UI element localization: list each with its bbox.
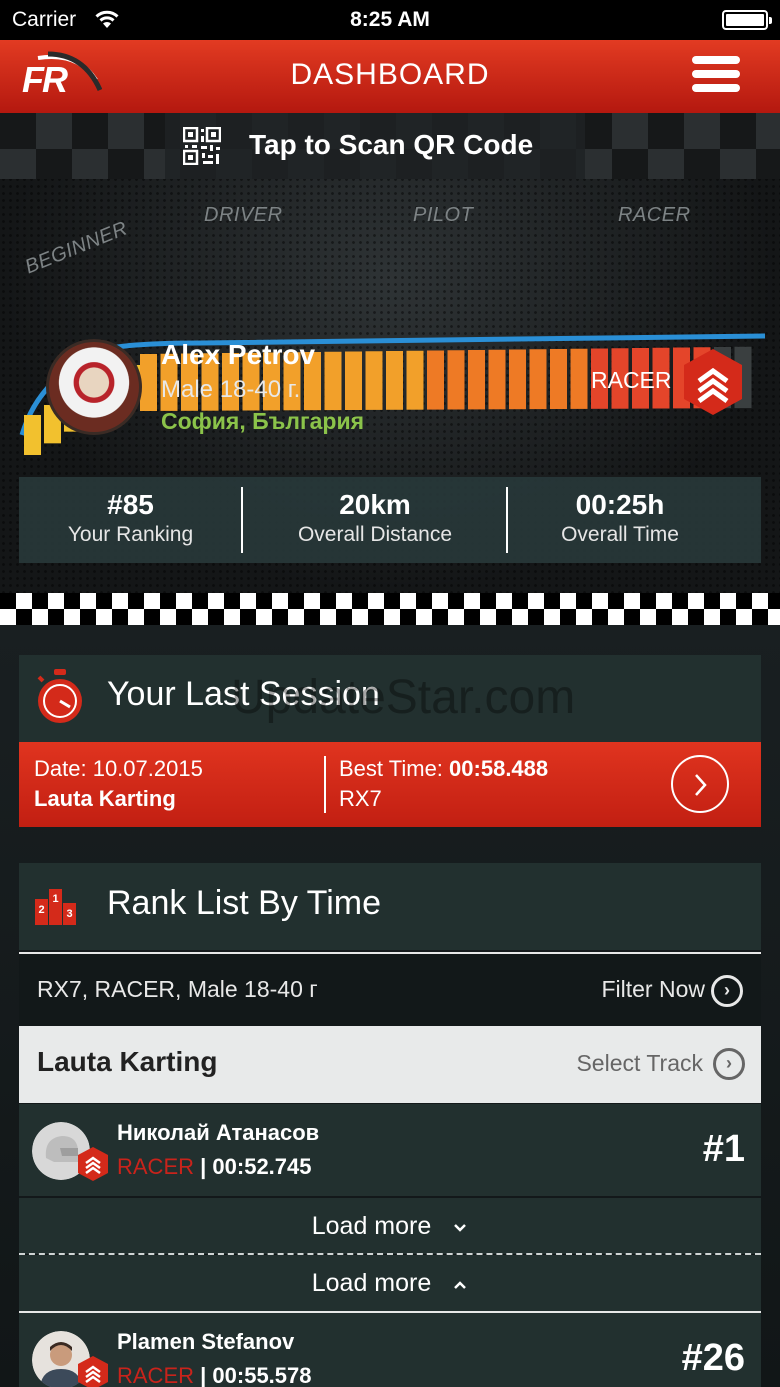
gauge-segment	[447, 350, 465, 410]
stat-distance-value: 20km	[339, 489, 411, 520]
scan-qr-bar[interactable]: Tap to Scan QR Code	[0, 113, 780, 179]
select-track-arrow-icon[interactable]: ›	[713, 1048, 745, 1080]
session-divider	[324, 756, 326, 813]
svg-text:2: 2	[38, 904, 44, 916]
rank-entry-name: Plamen Stefanov	[117, 1329, 295, 1354]
racer-badge-icon	[78, 1147, 108, 1181]
chevron-right-icon	[695, 774, 707, 796]
qr-code-icon	[183, 127, 221, 165]
track-name: Lauta Karting	[37, 1046, 218, 1077]
level-label-pilot: PILOT	[413, 204, 474, 226]
filter-row: RX7, RACER, Male 18-40 г Filter Now ›	[19, 952, 761, 1026]
session-details-button[interactable]	[671, 755, 729, 813]
gauge-segment	[365, 351, 383, 410]
page-title: DASHBOARD	[290, 58, 490, 91]
session-kart: RX7	[339, 786, 382, 811]
chevron-up-icon	[454, 1281, 467, 1289]
filter-summary: RX7, RACER, Male 18-40 г	[37, 976, 318, 1002]
gauge-segment	[468, 350, 485, 410]
rank-entry[interactable]: Николай Атанасов RACER | 00:52.745 #1	[19, 1104, 761, 1196]
scan-qr-label: Tap to Scan QR Code	[249, 129, 534, 160]
stat-distance-label: Overall Distance	[297, 523, 453, 546]
rank-entry-name: Николай Атанасов	[117, 1120, 320, 1145]
watermark: UpdateStar.com	[231, 671, 576, 724]
gauge-segment	[570, 348, 588, 409]
last-session-row[interactable]: Date: 10.07.2015 Lauta Karting Best Time…	[19, 742, 761, 827]
status-bar: Carrier 8:25 AM	[0, 0, 780, 40]
gauge-segment	[324, 351, 342, 411]
rank-entry-meta: RACER | 00:52.745	[117, 1154, 312, 1179]
gauge-segment	[427, 350, 444, 410]
gauge-segment	[386, 351, 403, 410]
checkered-divider	[0, 593, 780, 625]
menu-button[interactable]	[692, 56, 740, 96]
racer-badge-icon	[78, 1356, 108, 1387]
level-label-racer: RACER	[618, 204, 691, 226]
filter-now-button[interactable]: Filter Now	[601, 976, 705, 1003]
rank-entry-meta: RACER | 00:55.578	[117, 1363, 312, 1387]
profile-hero: Tap to Scan QR Code BEGINNER DRIVER PILO…	[0, 113, 780, 593]
select-track-button[interactable]: Select Track	[576, 1050, 703, 1077]
racer-badge-icon	[684, 349, 742, 415]
svg-text:1: 1	[52, 893, 58, 905]
user-level-label: RACER	[591, 367, 672, 393]
session-track: Lauta Karting	[34, 786, 176, 811]
stats-panel: #85 Your Ranking 20km Overall Distance 0…	[19, 477, 761, 563]
gauge-segment	[550, 349, 567, 409]
stat-time-value: 00:25h	[575, 489, 665, 520]
last-session-header: Your Last Session UpdateStar.com	[19, 655, 761, 742]
gauge-segment	[488, 349, 506, 410]
level-label-driver: DRIVER	[204, 204, 283, 226]
session-date: Date: 10.07.2015	[34, 756, 203, 781]
level-progress-gauge	[19, 333, 766, 455]
rank-entry-position: #26	[681, 1337, 745, 1379]
gauge-segment	[406, 350, 424, 410]
main-content: Your Last Session UpdateStar.com Date: 1…	[0, 625, 780, 1387]
hamburger-icon	[692, 56, 740, 64]
user-group: Male 18-40 г.	[161, 376, 301, 403]
svg-text:3: 3	[66, 908, 72, 920]
user-name: Alex Petrov	[161, 339, 316, 370]
gauge-segment	[140, 354, 157, 411]
rank-list-header: 2 1 3 Rank List By Time	[19, 863, 761, 950]
session-best-time: Best Time: 00:58.488	[339, 756, 549, 781]
stat-ranking-value: #85	[107, 489, 154, 520]
stat-ranking-label: Your Ranking	[67, 523, 194, 546]
stat-time-label: Overall Time	[561, 523, 679, 546]
stat-ranking: #85 Your Ranking	[19, 477, 242, 563]
stopwatch-icon	[37, 669, 82, 723]
stat-time: 00:25h Overall Time	[508, 477, 732, 563]
stat-distance: 20km Overall Distance	[243, 477, 507, 563]
filter-arrow-icon[interactable]: ›	[711, 975, 743, 1007]
gauge-segment	[24, 415, 41, 455]
load-more-up-button[interactable]: Load more	[19, 1255, 761, 1311]
rank-list-title: Rank List By Time	[107, 884, 381, 922]
clock: 8:25 AM	[350, 8, 430, 31]
gauge-segment	[345, 351, 362, 410]
gauge-segment	[529, 349, 547, 410]
battery-icon	[722, 10, 772, 30]
rank-entry[interactable]: Plamen Stefanov RACER | 00:55.578 #26	[19, 1311, 761, 1387]
user-location: София, България	[161, 408, 365, 434]
nav-bar: FR DASHBOARD	[0, 40, 780, 113]
load-more-down-button[interactable]: Load more	[19, 1198, 761, 1254]
chevron-down-icon	[454, 1224, 467, 1232]
track-selector-row[interactable]: Lauta Karting Select Track ›	[19, 1026, 761, 1103]
podium-icon: 2 1 3	[35, 889, 76, 925]
rank-entry-position: #1	[702, 1128, 745, 1170]
user-avatar[interactable]	[46, 339, 142, 435]
gauge-segment	[509, 349, 526, 410]
